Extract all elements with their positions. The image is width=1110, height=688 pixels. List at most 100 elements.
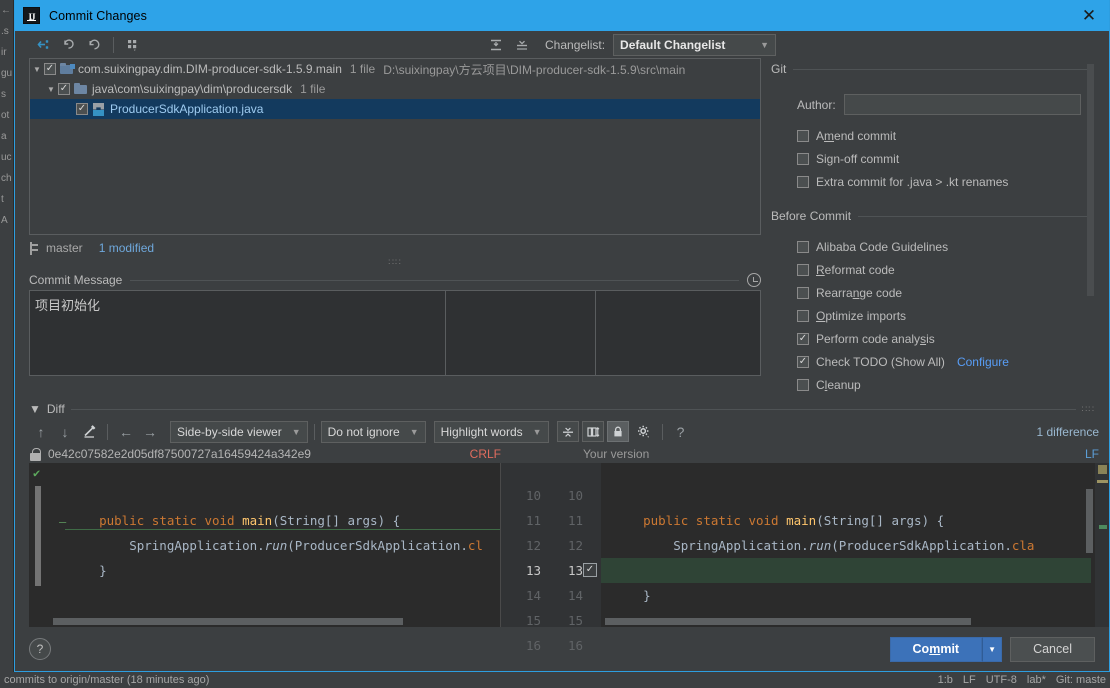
code-line: } xyxy=(613,583,1109,608)
question-mark-icon[interactable]: ? xyxy=(669,421,693,443)
option-check-todo[interactable]: Check TODO (Show All) Configure xyxy=(797,350,1095,373)
git-section-header: Git xyxy=(771,58,1095,80)
chevron-down-icon[interactable]: ▼ xyxy=(30,65,44,74)
option-cleanup[interactable]: Cleanup xyxy=(797,373,1095,396)
checkbox-optimize-imports[interactable] xyxy=(797,310,809,322)
arrow-right-icon[interactable]: → xyxy=(138,421,162,443)
changed-files-tree[interactable]: ▼ com.suixingpay.dim.DIM-producer-sdk-1.… xyxy=(29,58,761,235)
checkbox-amend-commit[interactable] xyxy=(797,130,809,142)
help-button[interactable]: ? xyxy=(29,638,51,660)
status-indent[interactable]: lab* xyxy=(1027,674,1046,686)
status-encoding[interactable]: UTF-8 xyxy=(986,674,1017,686)
option-label: Alibaba Code Guidelines xyxy=(816,240,948,254)
dialog-title-bar: IJ Commit Changes ✕ xyxy=(15,0,1109,31)
tree-row-package[interactable]: ▼ java\com\suixingpay\dim\producersdk 1 … xyxy=(30,79,760,99)
changes-toolbar: Changelist: Default Changelist ▼ xyxy=(15,31,1109,58)
commit-message-input[interactable]: 项目初始化 xyxy=(30,291,445,375)
revert-icon[interactable] xyxy=(55,34,81,56)
viewer-mode-dropdown[interactable]: Side-by-side viewer ▼ xyxy=(170,421,308,443)
viewer-mode-value: Side-by-side viewer xyxy=(177,425,282,439)
synchronize-scroll-icon[interactable] xyxy=(582,421,604,442)
lock-icon[interactable] xyxy=(607,421,629,442)
collapse-all-icon[interactable] xyxy=(509,34,535,56)
highlight-mode-dropdown[interactable]: Highlight words ▼ xyxy=(434,421,549,443)
checkbox-reformat-code[interactable] xyxy=(797,264,809,276)
chevron-down-icon[interactable]: ▼ xyxy=(44,85,58,94)
toolbar-separator xyxy=(314,424,315,440)
diff-left-pane[interactable]: ✔ – public static void main(String[] arg… xyxy=(29,463,501,627)
arrow-up-icon[interactable]: ↑ xyxy=(29,421,53,443)
modified-count[interactable]: 1 modified xyxy=(99,241,154,255)
checkbox-signoff-commit[interactable] xyxy=(797,153,809,165)
line-number: 10 xyxy=(501,483,541,508)
change-connector-line xyxy=(65,529,500,530)
option-perform-code-analysis[interactable]: Perform code analysis xyxy=(797,327,1095,350)
refresh-icon[interactable] xyxy=(81,34,107,56)
status-git-branch[interactable]: Git: maste xyxy=(1056,674,1106,686)
options-vertical-scrollbar[interactable] xyxy=(1087,64,1094,296)
stripe-marker-warning[interactable] xyxy=(1098,465,1107,474)
line-number: 11 xyxy=(549,508,583,533)
stripe-marker-change[interactable] xyxy=(1099,525,1107,529)
close-icon[interactable]: ✕ xyxy=(1069,0,1109,31)
right-pane-horizontal-scrollbar[interactable] xyxy=(605,618,971,625)
commit-button[interactable]: Commit xyxy=(890,637,983,662)
expand-all-icon[interactable] xyxy=(483,34,509,56)
option-signoff-commit[interactable]: Sign-off commit xyxy=(797,147,1095,170)
option-rearrange-code[interactable]: Rearrange code xyxy=(797,281,1095,304)
gear-icon[interactable] xyxy=(632,421,656,443)
right-line-separator[interactable]: LF xyxy=(1085,447,1099,461)
show-diff-icon[interactable] xyxy=(29,34,55,56)
checkbox-rearrange-code[interactable] xyxy=(797,287,809,299)
left-pane-horizontal-scrollbar[interactable] xyxy=(53,618,403,625)
cancel-button[interactable]: Cancel xyxy=(1010,637,1095,662)
git-branch-icon xyxy=(29,242,40,255)
configure-todo-link[interactable]: Configure xyxy=(957,355,1009,369)
option-optimize-imports[interactable]: Optimize imports xyxy=(797,304,1095,327)
checkbox-alibaba-code-guidelines[interactable] xyxy=(797,241,809,253)
tree-checkbox-file[interactable] xyxy=(76,103,88,115)
status-line-separator[interactable]: LF xyxy=(963,674,976,686)
tree-checkbox-module[interactable] xyxy=(44,63,56,75)
status-caret-position[interactable]: 1:b xyxy=(938,674,953,686)
collapse-unchanged-icon[interactable] xyxy=(557,421,579,442)
before-commit-section-header: Before Commit xyxy=(771,205,1095,227)
tree-row-file[interactable]: ProducerSdkApplication.java xyxy=(30,99,760,119)
no-problems-checkmark-icon: ✔ xyxy=(33,466,40,480)
diff-error-stripe[interactable] xyxy=(1095,463,1109,627)
option-alibaba-code-guidelines[interactable]: Alibaba Code Guidelines xyxy=(797,235,1095,258)
pencil-edit-icon[interactable] xyxy=(77,421,101,443)
left-line-separator[interactable]: CRLF xyxy=(470,447,501,461)
checkbox-cleanup[interactable] xyxy=(797,379,809,391)
checkbox-perform-code-analysis[interactable] xyxy=(797,333,809,345)
option-reformat-code[interactable]: Reformat code xyxy=(797,258,1095,281)
option-extra-commit-renames[interactable]: Extra commit for .java > .kt renames xyxy=(797,170,1095,193)
stripe-marker-line[interactable] xyxy=(1097,480,1108,483)
change-collapse-icon[interactable]: – xyxy=(59,515,66,529)
line-number: 10 xyxy=(549,483,583,508)
splitter-grip[interactable]: ∷∷ xyxy=(1082,404,1095,415)
tree-row-module[interactable]: ▼ com.suixingpay.dim.DIM-producer-sdk-1.… xyxy=(30,59,760,79)
group-by-icon[interactable] xyxy=(120,34,146,56)
checkbox-check-todo[interactable] xyxy=(797,356,809,368)
commit-dropdown-button[interactable]: ▼ xyxy=(982,637,1002,662)
arrow-down-icon[interactable]: ↓ xyxy=(53,421,77,443)
accept-change-checkbox-icon[interactable]: ✓ xyxy=(583,563,597,577)
option-amend-commit[interactable]: Amend commit xyxy=(797,124,1095,147)
tree-checkbox-package[interactable] xyxy=(58,83,70,95)
branch-name: master xyxy=(46,241,83,255)
whitespace-mode-dropdown[interactable]: Do not ignore ▼ xyxy=(321,421,426,443)
tree-node-label: com.suixingpay.dim.DIM-producer-sdk-1.5.… xyxy=(78,62,342,76)
changelist-dropdown[interactable]: Default Changelist ▼ xyxy=(613,34,776,56)
chevron-down-icon[interactable]: ▼ xyxy=(29,402,41,416)
code-line xyxy=(613,483,1109,508)
checkbox-extra-commit-renames[interactable] xyxy=(797,176,809,188)
splitter-grip[interactable]: ∷∷ xyxy=(29,257,761,268)
author-input[interactable] xyxy=(844,94,1081,115)
clock-history-icon[interactable] xyxy=(747,273,761,287)
diff-right-pane[interactable]: public static void main(String[] args) {… xyxy=(601,463,1109,627)
arrow-left-icon[interactable]: ← xyxy=(114,421,138,443)
option-label: Rearrange code xyxy=(816,286,902,300)
strip-char-9: ot xyxy=(0,105,13,126)
right-pane-vertical-scrollbar[interactable] xyxy=(1086,489,1093,553)
